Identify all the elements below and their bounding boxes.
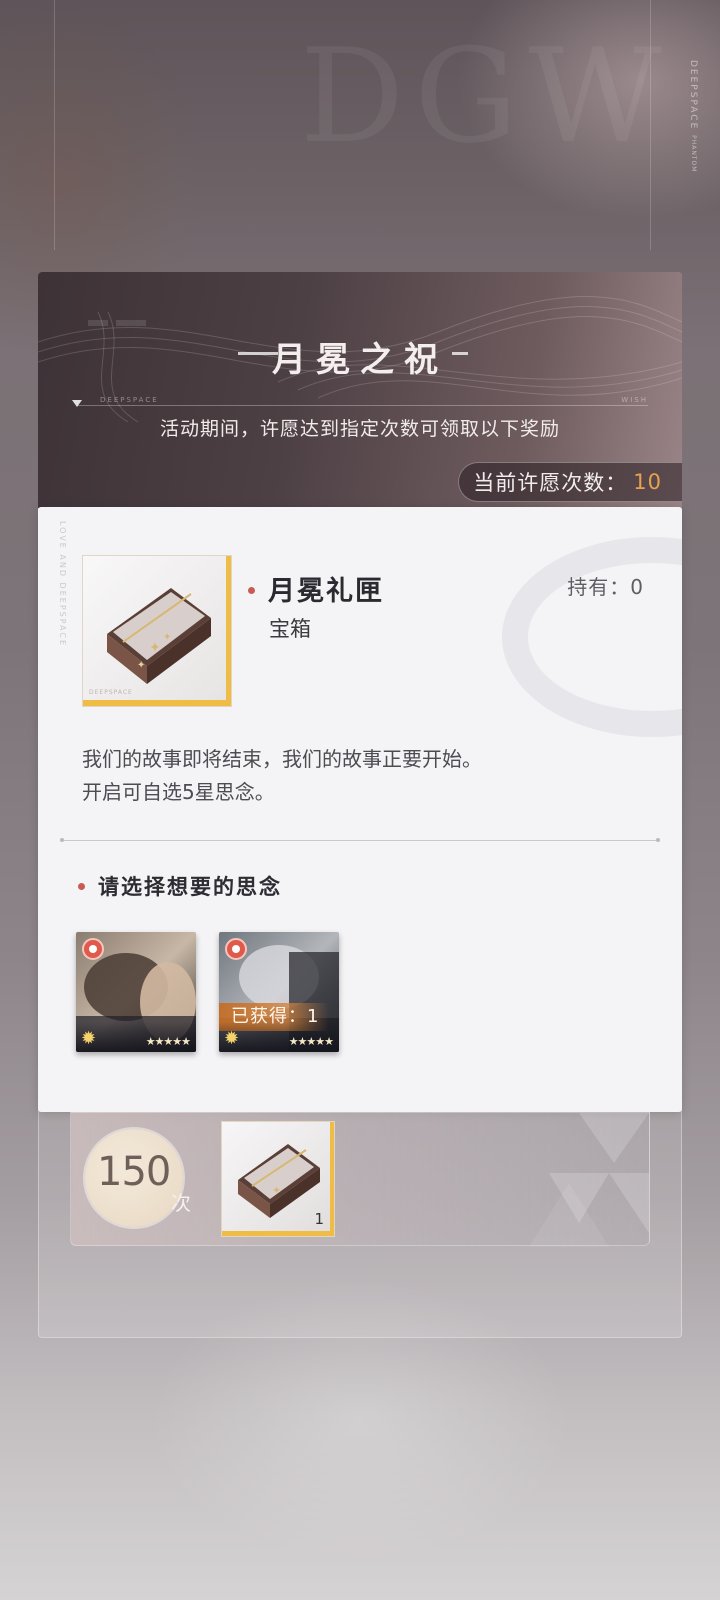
item-description: 我们的故事即将结束，我们的故事正要开始。 开启可自选5星思念。 (82, 743, 482, 809)
item-thumbnail[interactable]: ✦ ✦ ✦ DEEPSPACE (82, 555, 232, 707)
wish-count-value: 10 (633, 470, 662, 494)
event-title: 月冕之祝 (272, 340, 448, 380)
rarity-bar (83, 700, 231, 706)
milestone-unit: 次 (171, 1191, 191, 1215)
event-subtitle: 活动期间，许愿达到指定次数可领取以下奖励 (159, 418, 560, 440)
rarity-stripe (226, 556, 231, 706)
milestone-count: 150 (97, 1149, 171, 1195)
thumbnail-tag: DEEPSPACE (89, 689, 133, 696)
bullet-dot (248, 587, 255, 594)
sun-icon: ✹ (81, 1028, 97, 1049)
svg-text:✦: ✦ (163, 632, 171, 643)
owned-count: 持有：0 (567, 575, 644, 599)
memory-option[interactable]: ✹ ★★★★★ (76, 932, 196, 1052)
divider-dot (656, 838, 660, 842)
rarity-bar (222, 1231, 334, 1236)
item-detail-card: LOVE AND DEEPSPACE ✦ ✦ ✦ DEEPSPACE 月冕礼匣 … (38, 507, 682, 1112)
item-name: 月冕礼匣 (268, 576, 384, 607)
wish-count-badge: 当前许愿次数： 10 (458, 462, 682, 502)
background-frame-line (54, 0, 55, 250)
event-banner: 月冕之祝 DEEPSPACE WISH 活动期间，许愿达到指定次数可领取以下奖励… (38, 272, 682, 508)
rarity-stars: ★★★★★ (145, 1035, 191, 1048)
milestone-reward-row[interactable]: 150 次 ✦ 1 (70, 1112, 650, 1247)
card-vertical-tag: LOVE AND DEEPSPACE (58, 521, 67, 648)
bullet-dot (78, 883, 85, 890)
background-watermark: DGW (300, 20, 672, 172)
sun-icon: ✹ (224, 1028, 240, 1049)
rarity-stripe (330, 1122, 334, 1236)
gift-box-icon: ✦ ✦ ✦ (107, 588, 211, 684)
wish-count-label: 当前许愿次数： (473, 471, 628, 495)
svg-text:✦: ✦ (272, 1184, 281, 1197)
divider-dot (60, 838, 64, 842)
memory-badge-icon (82, 938, 104, 960)
item-type: 宝箱 (269, 617, 311, 641)
choose-memory-title: 请选择想要的思念 (98, 875, 282, 899)
rarity-stars: ★★★★★ (288, 1035, 334, 1048)
svg-text:✦: ✦ (137, 660, 145, 671)
triangle-pattern (529, 1113, 649, 1247)
card-arc-decoration (502, 537, 682, 737)
description-line: 我们的故事即将结束，我们的故事正要开始。 (82, 747, 482, 771)
reward-item-thumbnail[interactable]: ✦ 1 (221, 1121, 335, 1237)
banner-tag-right: WISH (621, 396, 648, 404)
background-brand-vertical: DEEPSPACE PHANTOM (688, 60, 698, 173)
memory-option[interactable]: 已获得：1 ✹ ★★★★★ (219, 932, 339, 1052)
memory-badge-icon (225, 938, 247, 960)
section-divider (62, 840, 658, 841)
banner-rule (78, 405, 648, 406)
description-line: 开启可自选5星思念。 (82, 780, 275, 804)
banner-tag-left: DEEPSPACE (100, 396, 159, 404)
svg-text:✦: ✦ (149, 640, 161, 656)
reward-quantity: 1 (314, 1210, 324, 1228)
